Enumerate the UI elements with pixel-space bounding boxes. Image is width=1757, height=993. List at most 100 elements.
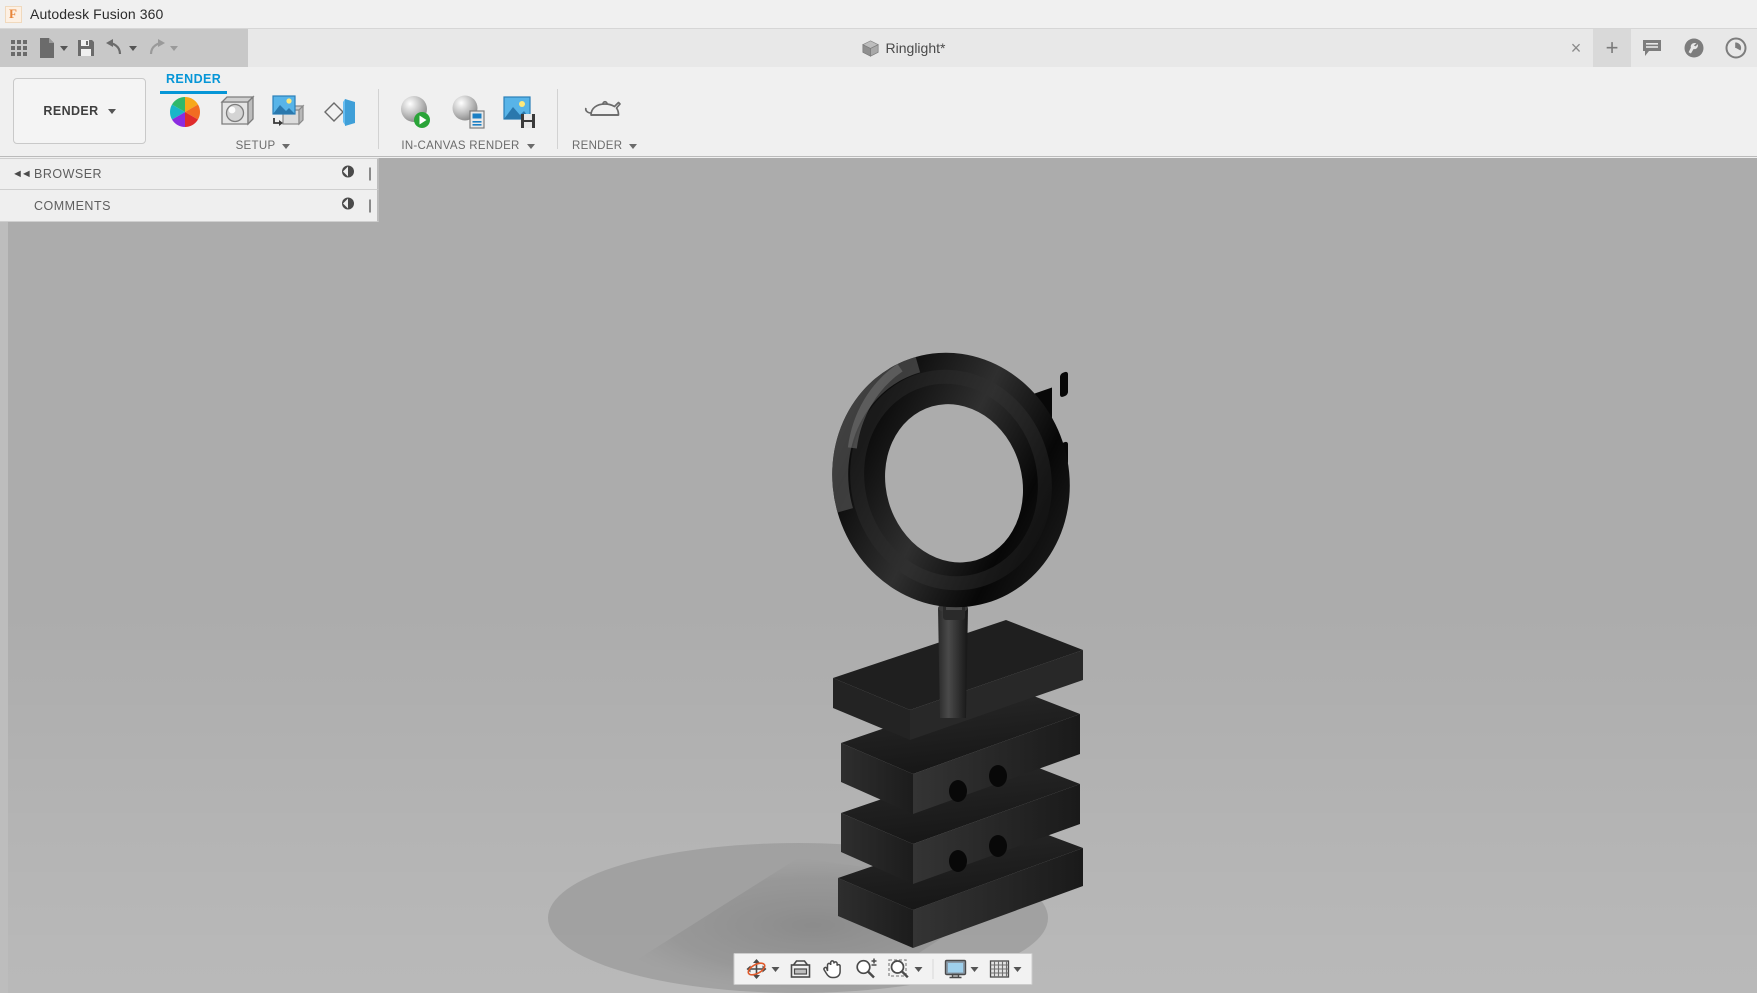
chevron-down-icon xyxy=(527,144,535,149)
chevron-down-icon xyxy=(60,46,68,51)
comments-panel-header[interactable]: COMMENTS xyxy=(0,190,379,222)
orbit-icon xyxy=(744,958,768,980)
job-status-button[interactable] xyxy=(1715,29,1757,67)
browser-panel-label: BROWSER xyxy=(34,167,102,181)
cube-icon xyxy=(862,40,879,57)
panel-resize-grip[interactable] xyxy=(369,199,371,212)
ribbon-group-in-canvas-render: IN-CANVAS RENDER xyxy=(383,89,553,152)
grid-snap-settings-button[interactable] xyxy=(984,955,1025,983)
teapot-icon xyxy=(583,93,627,131)
chevron-down-icon xyxy=(282,144,290,149)
look-at-icon xyxy=(789,958,811,980)
undo-button[interactable] xyxy=(101,33,140,63)
close-tab-button[interactable]: × xyxy=(1559,29,1593,67)
look-at-tool-button[interactable] xyxy=(785,955,815,983)
chevron-down-icon xyxy=(1013,967,1021,972)
left-gutter xyxy=(0,158,8,993)
help-button[interactable] xyxy=(1673,29,1715,67)
document-tab[interactable]: Ringlight* xyxy=(248,40,1559,57)
pin-icon[interactable] xyxy=(341,165,355,184)
file-icon xyxy=(37,37,57,59)
fusion360-window: Autodesk Fusion 360 xyxy=(0,0,1757,993)
document-tab-label: Ringlight* xyxy=(886,40,946,56)
sphere-settings-icon xyxy=(448,93,488,131)
app-title: Autodesk Fusion 360 xyxy=(30,6,163,22)
decal-tool-button[interactable] xyxy=(266,89,312,135)
orbit-tool-button[interactable] xyxy=(740,955,783,983)
panel-resize-grip[interactable] xyxy=(369,168,371,181)
viewport-canvas[interactable] xyxy=(8,158,1757,993)
group-title-in-canvas-render-label: IN-CANVAS RENDER xyxy=(401,140,519,152)
save-button[interactable] xyxy=(73,33,99,63)
fit-tool-button[interactable] xyxy=(883,955,926,983)
sphere-on-cube-icon xyxy=(217,93,257,131)
group-title-setup[interactable]: SETUP xyxy=(236,140,291,152)
render-tools xyxy=(582,89,628,137)
ribbon-divider xyxy=(557,89,558,149)
group-title-render[interactable]: RENDER xyxy=(572,140,637,152)
texture-plane-icon xyxy=(322,93,360,131)
quick-access-toolbar xyxy=(0,29,248,67)
file-button[interactable] xyxy=(34,33,71,63)
image-save-icon xyxy=(500,93,540,131)
double-chevron-left-icon[interactable]: ◄◄ xyxy=(12,168,30,180)
hand-icon xyxy=(821,958,843,980)
ribbon: RENDER RENDER xyxy=(0,67,1757,157)
grid-icon xyxy=(11,40,27,56)
new-tab-button[interactable]: + xyxy=(1593,29,1631,67)
view-navigation-bar xyxy=(733,953,1032,985)
left-panel-stack: ◄◄ BROWSER COMMENTS xyxy=(0,158,379,222)
chevron-down-icon xyxy=(914,967,922,972)
navbar-divider xyxy=(932,959,933,979)
pan-tool-button[interactable] xyxy=(817,955,847,983)
ribbon-group-setup: SETUP xyxy=(152,89,374,152)
ribbon-group-render: RENDER xyxy=(562,89,647,152)
document-tab-strip: Ringlight* × + xyxy=(248,29,1757,67)
chevron-down-icon xyxy=(970,967,978,972)
chevron-down-icon xyxy=(108,109,116,114)
undo-arrow-icon xyxy=(104,38,126,58)
show-data-panel-button[interactable] xyxy=(6,33,32,63)
group-title-render-label: RENDER xyxy=(572,140,622,152)
setup-tools xyxy=(162,89,364,137)
comments-panel-label: COMMENTS xyxy=(34,199,111,213)
image-to-cube-icon xyxy=(269,93,309,131)
zoom-tool-button[interactable] xyxy=(849,955,881,983)
fusion-logo-icon xyxy=(5,6,22,23)
sphere-play-icon xyxy=(396,93,436,131)
redo-arrow-icon xyxy=(145,38,167,58)
ribbon-divider xyxy=(378,89,379,149)
texture-map-controls-button[interactable] xyxy=(318,89,364,135)
chevron-down-icon xyxy=(170,46,178,51)
monitor-icon xyxy=(943,958,967,980)
comments-button[interactable] xyxy=(1631,29,1673,67)
in-canvas-render-settings-button[interactable] xyxy=(445,89,491,135)
support-post xyxy=(938,603,968,718)
help-icon xyxy=(1683,37,1705,59)
display-settings-button[interactable] xyxy=(939,955,982,983)
job-status-icon xyxy=(1725,37,1747,59)
redo-button[interactable] xyxy=(142,33,181,63)
group-title-in-canvas-render[interactable]: IN-CANVAS RENDER xyxy=(401,140,534,152)
comments-icon xyxy=(1641,38,1663,58)
group-title-setup-label: SETUP xyxy=(236,140,276,152)
ringlight-model xyxy=(8,158,1757,993)
title-bar: Autodesk Fusion 360 xyxy=(0,0,1757,29)
zoom-plus-minus-icon xyxy=(853,958,877,980)
chevron-down-icon xyxy=(129,46,137,51)
zoom-window-icon xyxy=(887,958,911,980)
render-tool-button[interactable] xyxy=(582,89,628,135)
grid-settings-icon xyxy=(988,958,1010,980)
ribbon-groups: SETUP xyxy=(152,89,647,157)
in-canvas-render-tool-button[interactable] xyxy=(393,89,439,135)
browser-panel-header[interactable]: ◄◄ BROWSER xyxy=(0,158,379,190)
capture-image-button[interactable] xyxy=(497,89,543,135)
in-canvas-render-tools xyxy=(393,89,543,137)
color-wheel-icon xyxy=(166,93,204,131)
workspace-label: RENDER xyxy=(43,104,98,118)
pin-icon[interactable] xyxy=(341,196,355,215)
chevron-down-icon xyxy=(771,967,779,972)
scene-settings-tool-button[interactable] xyxy=(214,89,260,135)
workspace-selector[interactable]: RENDER xyxy=(13,78,146,144)
appearance-tool-button[interactable] xyxy=(162,89,208,135)
